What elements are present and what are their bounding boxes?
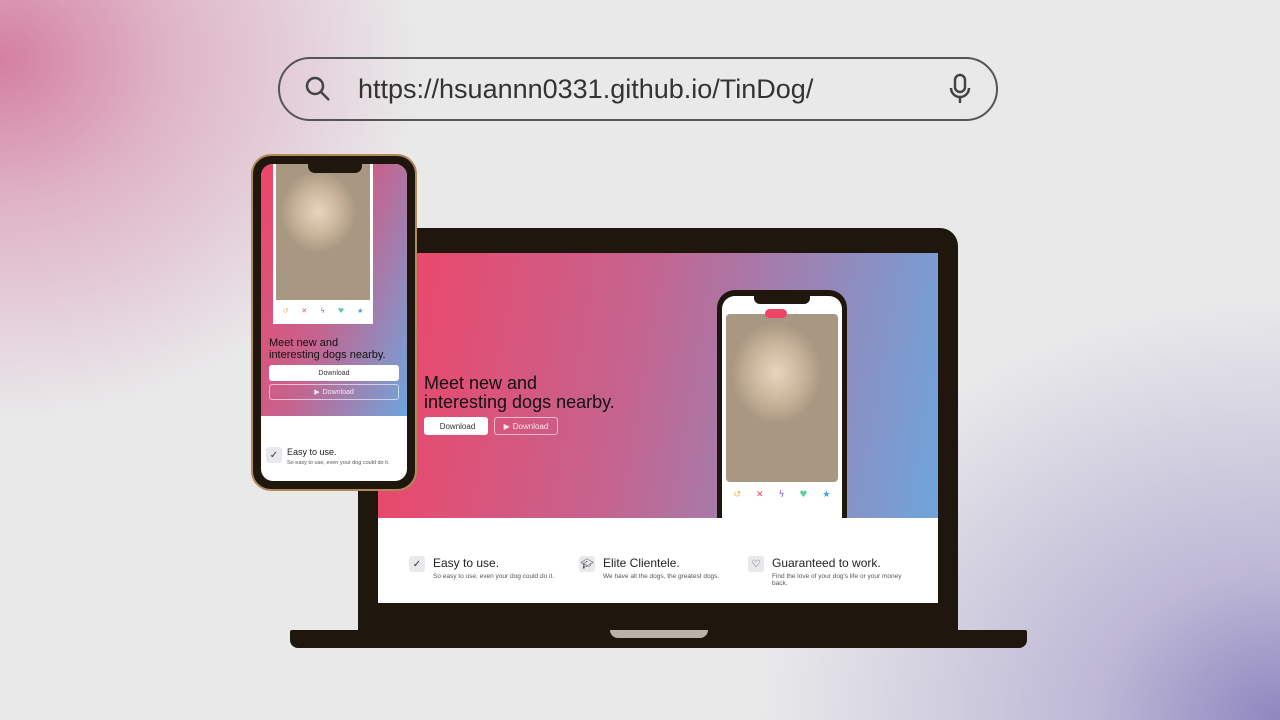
dog-photo <box>726 314 838 482</box>
headline-line: interesting dogs nearby. <box>269 348 386 361</box>
feature-desc: So easy to use, even your dog could do i… <box>433 573 555 580</box>
feature-title: Easy to use. <box>433 556 500 570</box>
phone-notch <box>308 164 362 173</box>
feature-item: ✓ Easy to use. So easy to use, even your … <box>409 556 593 580</box>
star-icon[interactable]: ★ <box>822 490 830 500</box>
feature-item: ✓ Easy to use. So easy to use, even your … <box>266 447 407 466</box>
button-label: Download <box>512 421 549 431</box>
button-label: Download <box>439 421 476 431</box>
bolt-icon[interactable]: ϟ <box>778 490 784 500</box>
action-bar: ↺ ✕ ϟ ♥ ★ <box>726 482 838 508</box>
feature-item: ♡ Guaranteed to work. Find the love of yo… <box>748 556 907 587</box>
play-download-button[interactable]: ▶ Download <box>269 384 399 400</box>
undo-icon[interactable]: ↺ <box>733 490 741 500</box>
apple-download-button[interactable]: Download <box>424 417 488 435</box>
x-icon[interactable]: ✕ <box>301 307 307 315</box>
heart-icon[interactable]: ♥ <box>799 490 807 500</box>
headline-line: Meet new and <box>424 373 538 393</box>
dog-photo <box>276 164 370 300</box>
feature-desc: So easy to use, even your dog could do i… <box>287 460 390 466</box>
play-icon: ▶ <box>503 421 510 431</box>
heart-icon[interactable]: ♥ <box>338 307 344 315</box>
action-bar: ↺ ✕ ϟ ♥ ★ <box>276 300 370 322</box>
feature-desc: We have all the dogs, the greatest dogs. <box>603 573 720 580</box>
laptop-screen: Meet new and interesting dogs nearby. Do… <box>378 253 938 603</box>
laptop-notch <box>610 630 708 638</box>
headline: Meet new and interesting dogs nearby. <box>269 337 386 361</box>
check-circle-icon: ✓ <box>266 447 282 463</box>
search-icon <box>305 76 330 101</box>
x-icon[interactable]: ✕ <box>756 490 764 500</box>
headline-line: interesting dogs nearby. <box>424 391 615 412</box>
feature-title: Easy to use. <box>287 447 337 457</box>
play-icon: ▶ <box>314 389 320 396</box>
phone-notch <box>754 296 810 304</box>
address-bar[interactable]: https://hsuannn0331.github.io/TinDog/ <box>278 57 998 121</box>
button-label: Download <box>318 369 350 377</box>
play-download-button[interactable]: ▶ Download <box>494 417 558 435</box>
feature-desc: Find the love of your dog's life or your… <box>772 573 902 587</box>
hero-section: ↺ ✕ ϟ ♥ ★ Meet new and interesting dogs near… <box>261 164 407 416</box>
feature-title: Elite Clientele. <box>603 556 680 570</box>
check-circle-icon: ✓ <box>409 556 425 572</box>
undo-icon[interactable]: ↺ <box>283 307 289 315</box>
star-icon[interactable]: ★ <box>357 307 363 315</box>
hero-section: Meet new and interesting dogs nearby. Do… <box>378 253 938 518</box>
url-text[interactable]: https://hsuannn0331.github.io/TinDog/ <box>358 74 948 105</box>
phone-device: ↺ ✕ ϟ ♥ ★ Meet new and interesting dogs near… <box>251 154 417 491</box>
heart-arrow-icon: ♡ <box>748 556 764 572</box>
feature-item: 🎓︎ Elite Clientele. We have all the dogs,… <box>579 556 763 580</box>
toggle-switch[interactable] <box>765 309 787 318</box>
microphone-icon[interactable] <box>948 73 972 105</box>
apple-download-button[interactable]: Download <box>269 365 399 381</box>
bolt-icon[interactable]: ϟ <box>320 307 325 315</box>
phone-mockup: ↺ ✕ ϟ ♥ ★ <box>717 290 847 518</box>
graduation-cap-icon: 🎓︎ <box>579 556 595 572</box>
feature-title: Guaranteed to work. <box>772 556 881 570</box>
headline-line: Meet new and <box>269 337 339 349</box>
headline: Meet new and interesting dogs nearby. <box>424 374 615 412</box>
button-label: Download <box>322 388 354 396</box>
